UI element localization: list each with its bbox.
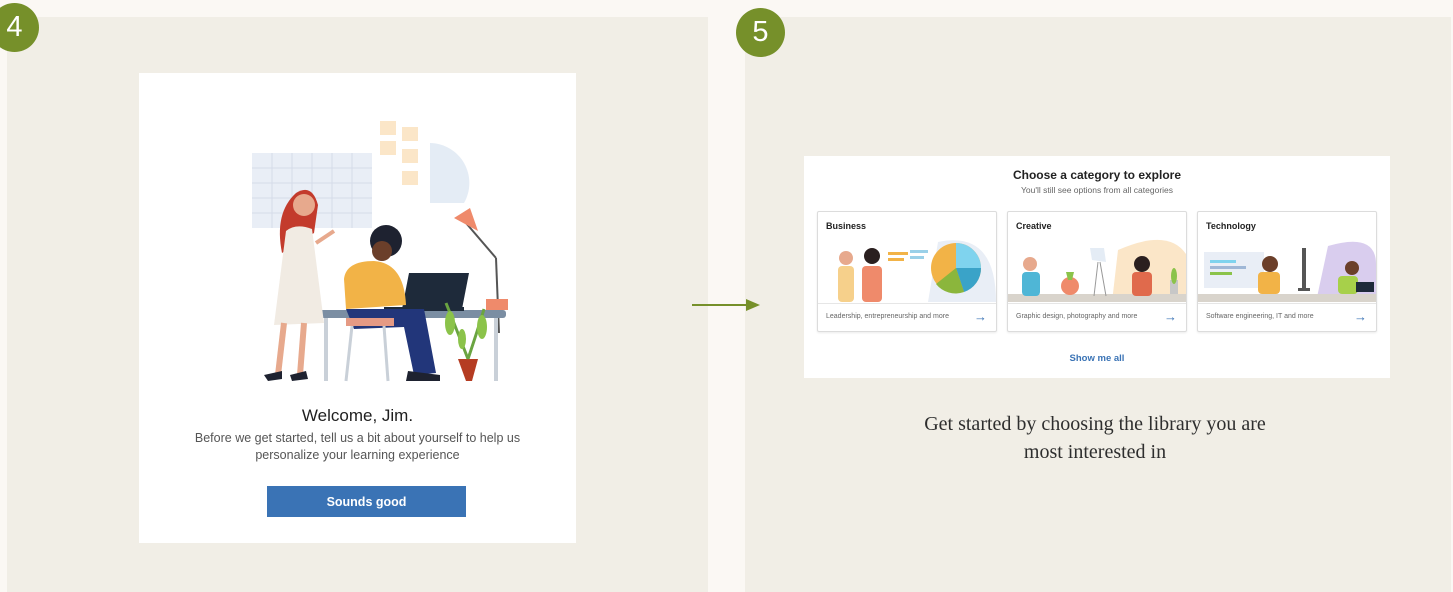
show-me-all-link[interactable]: Show me all xyxy=(804,353,1390,364)
step-caption: Get started by choosing the library you … xyxy=(924,413,1266,463)
category-card-technology[interactable]: Technology Software engineering, IT and … xyxy=(1197,211,1377,332)
category-chooser-subtitle: You'll still see options from all catego… xyxy=(1020,185,1174,195)
category-name: Business xyxy=(826,221,867,231)
arrow-right-icon[interactable]: → xyxy=(1164,309,1177,324)
category-chooser-title: Choose a category to explore xyxy=(1012,168,1182,182)
category-description: Leadership, entrepreneurship and more xyxy=(826,313,949,320)
category-footer: Software engineering, IT and more → xyxy=(1198,303,1376,331)
category-footer: Graphic design, photography and more → xyxy=(1008,303,1186,331)
category-description: Graphic design, photography and more xyxy=(1016,313,1138,320)
category-card-creative[interactable]: Creative Graphic design, photography and… xyxy=(1007,211,1187,332)
category-chooser-card: Choose a category to explore You'll stil… xyxy=(804,156,1390,378)
step-5-badge: 5 xyxy=(736,8,785,57)
welcome-message: Before we get started, tell us a bit abo… xyxy=(194,431,521,462)
creative-illustration xyxy=(1008,239,1186,302)
technology-illustration xyxy=(1198,241,1376,302)
welcome-illustration xyxy=(252,121,508,382)
category-footer: Leadership, entrepreneurship and more → xyxy=(818,303,996,331)
category-description: Software engineering, IT and more xyxy=(1206,313,1314,320)
category-name: Technology xyxy=(1206,221,1256,231)
welcome-card: Welcome, Jim. Before we get started, tel… xyxy=(139,73,576,543)
business-illustration xyxy=(838,240,996,302)
arrow-right-icon[interactable]: → xyxy=(974,309,987,324)
sounds-good-button[interactable]: Sounds good xyxy=(267,486,466,517)
right-arrow-icon xyxy=(692,299,760,311)
category-card-business[interactable]: Business Leadership, entrepreneurship an… xyxy=(817,211,997,332)
arrow-right-icon[interactable]: → xyxy=(1354,309,1367,324)
category-name: Creative xyxy=(1016,221,1052,231)
welcome-title: Welcome, Jim. xyxy=(301,406,414,425)
